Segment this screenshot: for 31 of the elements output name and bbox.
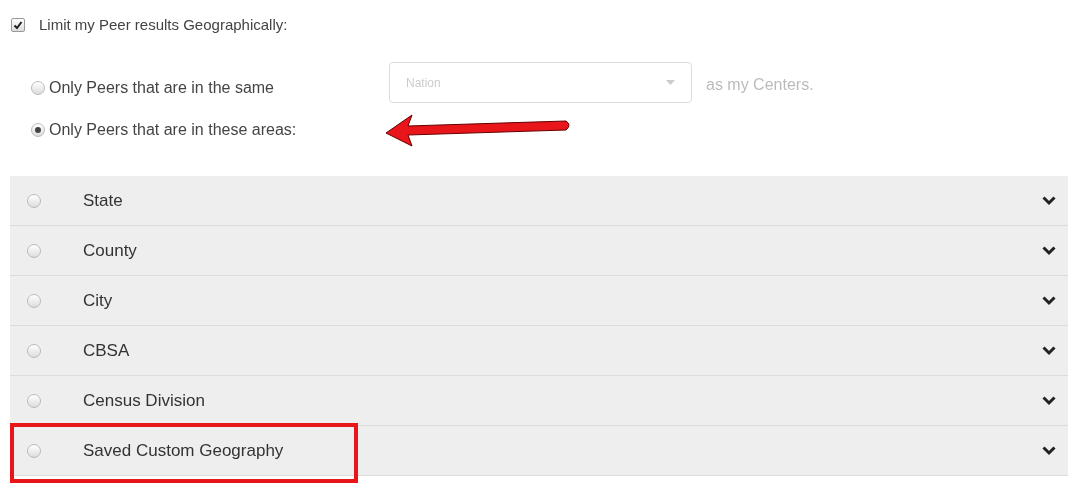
- chevron-down-icon[interactable]: [1042, 245, 1056, 256]
- radio-button[interactable]: [31, 81, 45, 95]
- row-label: City: [83, 289, 114, 312]
- chevron-down-icon[interactable]: [1042, 345, 1056, 356]
- chevron-down-icon[interactable]: [1042, 195, 1056, 206]
- radio-button[interactable]: [27, 193, 41, 208]
- radio-button[interactable]: [27, 393, 41, 408]
- accordion-row[interactable]: CBSA: [10, 326, 1068, 376]
- radio-button[interactable]: [31, 123, 45, 137]
- chevron-down-icon[interactable]: [1042, 295, 1056, 306]
- chevron-down-icon[interactable]: [1042, 445, 1056, 456]
- caret-icon: [666, 80, 675, 85]
- radio-label: Only Peers that are in these areas:: [49, 120, 298, 140]
- row-label: County: [83, 239, 138, 262]
- row-label: Saved Custom Geography: [83, 439, 285, 462]
- suffix-text: as my Centers.: [706, 75, 814, 95]
- accordion-row[interactable]: County: [10, 226, 1068, 276]
- row-label: CBSA: [83, 339, 131, 362]
- accordion-row[interactable]: City: [10, 276, 1068, 326]
- radio-button[interactable]: [27, 343, 41, 358]
- accordion-row[interactable]: Census Division: [10, 376, 1068, 426]
- checkbox[interactable]: [11, 18, 25, 32]
- checkbox-label: Limit my Peer results Geographically:: [39, 14, 288, 35]
- row-label: Census Division: [83, 389, 206, 412]
- accordion-row[interactable]: State: [10, 176, 1068, 226]
- radio-button[interactable]: [27, 243, 41, 258]
- radio-button[interactable]: [27, 293, 41, 308]
- radio-label: Only Peers that are in the same: [49, 78, 275, 98]
- chevron-down-icon[interactable]: [1042, 395, 1056, 406]
- radio-button[interactable]: [27, 443, 41, 458]
- row-label: State: [83, 189, 124, 212]
